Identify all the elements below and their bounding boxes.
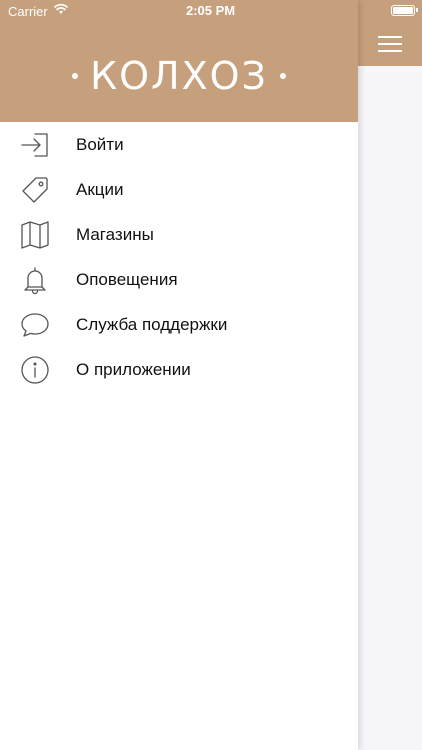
logo-dot-right	[279, 73, 286, 79]
wifi-icon	[54, 3, 68, 14]
menu-item-promotions[interactable]: Акции	[0, 167, 358, 212]
login-icon	[20, 130, 50, 160]
chat-bubble-icon	[20, 310, 50, 340]
bell-icon	[20, 265, 50, 295]
side-drawer: Carrier 2:05 PM КОЛХОЗ Войти Акции Магаз…	[0, 0, 358, 750]
underlying-header	[358, 0, 422, 66]
menu-label-support: Служба поддержки	[76, 315, 228, 334]
menu-label-about: О приложении	[76, 360, 191, 379]
menu-item-about[interactable]: О приложении	[0, 347, 358, 392]
status-bar: Carrier 2:05 PM	[0, 0, 358, 22]
drawer-header: Carrier 2:05 PM КОЛХОЗ	[0, 0, 358, 122]
menu-item-support[interactable]: Служба поддержки	[0, 302, 358, 347]
underlying-screen	[358, 0, 422, 750]
drawer-menu: Войти Акции Магазины Оповещения Служба п…	[0, 122, 358, 392]
battery-icon	[391, 5, 418, 16]
menu-item-login[interactable]: Войти	[0, 122, 358, 167]
logo-text: КОЛХОЗ	[90, 54, 268, 98]
hamburger-menu-icon[interactable]	[378, 36, 402, 52]
brand-logo: КОЛХОЗ	[0, 52, 358, 100]
menu-label-stores: Магазины	[76, 225, 154, 244]
status-time: 2:05 PM	[186, 3, 236, 18]
menu-label-notifications: Оповещения	[76, 270, 178, 289]
menu-label-promotions: Акции	[76, 180, 124, 199]
info-icon	[20, 355, 50, 385]
menu-item-notifications[interactable]: Оповещения	[0, 257, 358, 302]
carrier-label: Carrier	[8, 4, 48, 19]
map-icon	[20, 220, 50, 250]
menu-label-login: Войти	[76, 135, 124, 154]
logo-dot-left	[72, 73, 79, 79]
menu-item-stores[interactable]: Магазины	[0, 212, 358, 257]
tag-icon	[20, 175, 50, 205]
